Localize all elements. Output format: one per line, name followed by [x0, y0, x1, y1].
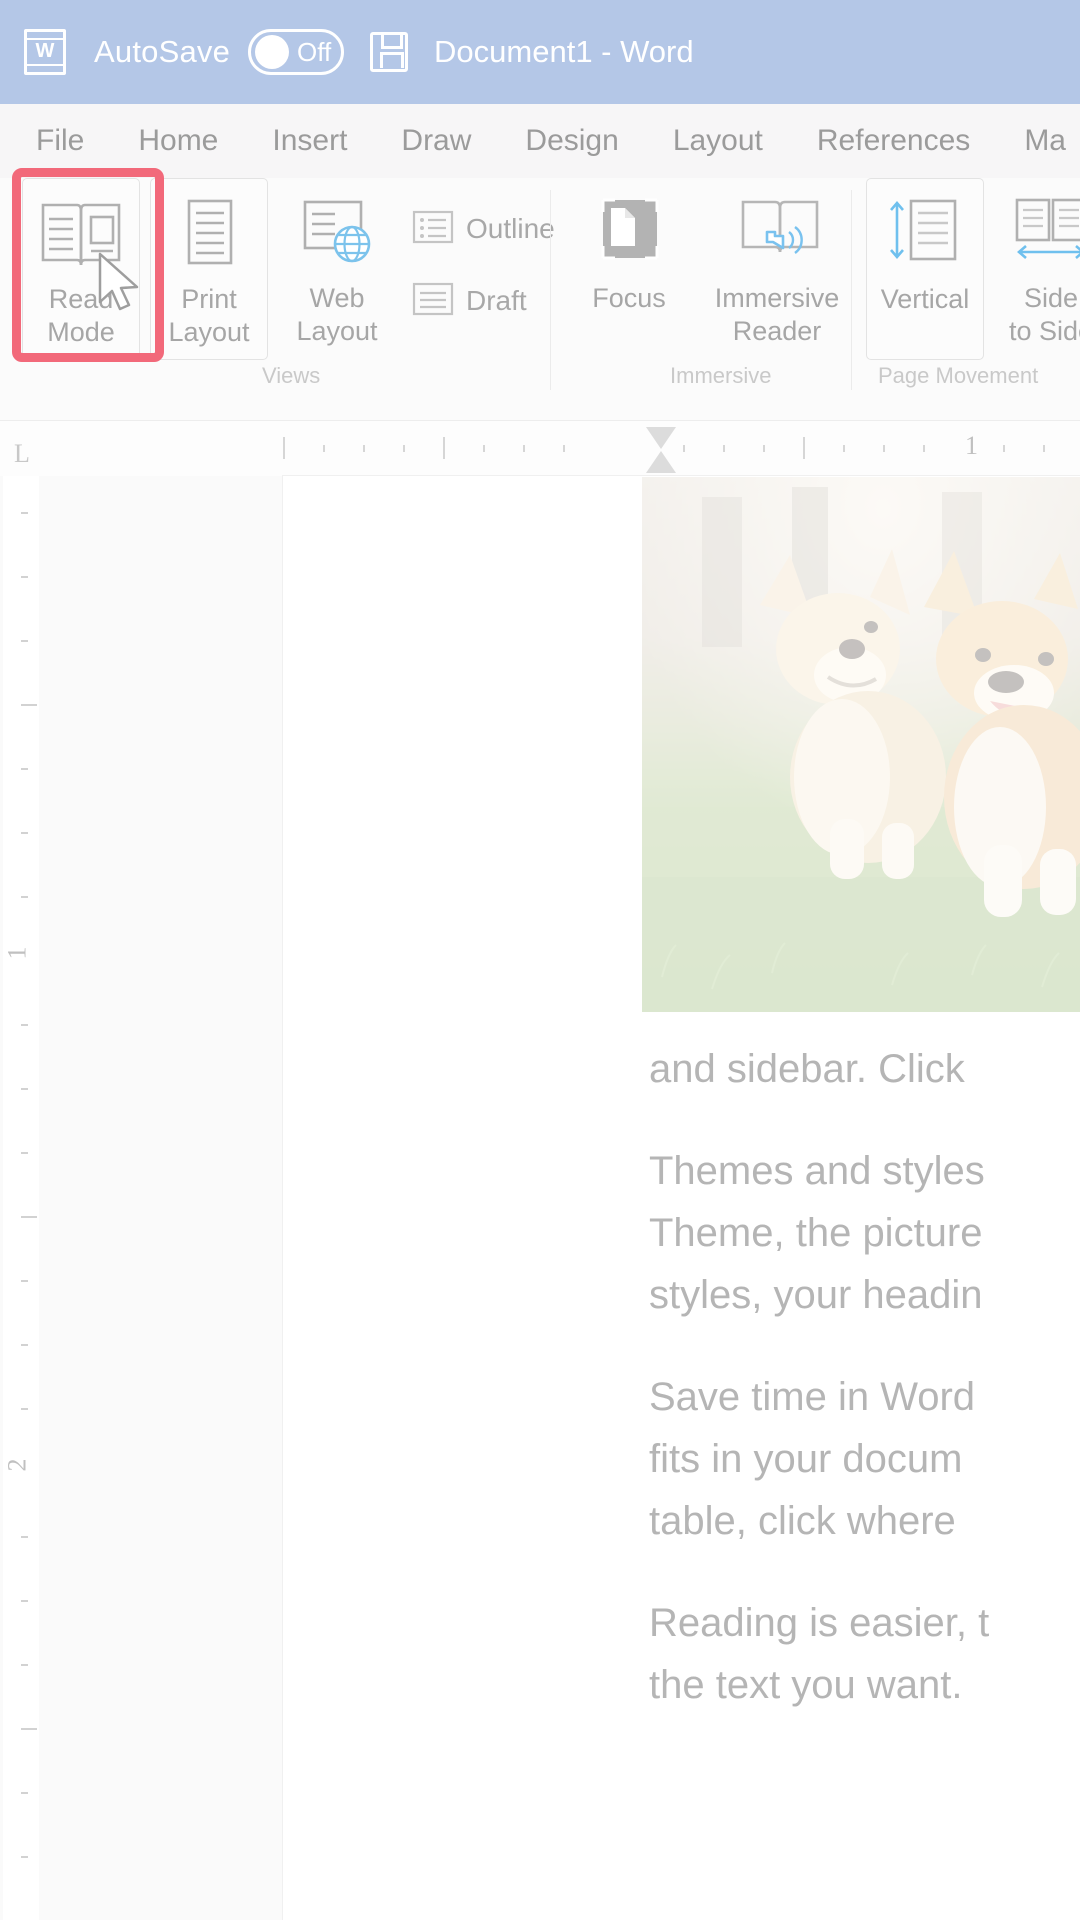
read-mode-label-line2: Mode: [47, 317, 115, 347]
side-to-side-icon: [1009, 194, 1080, 274]
paragraph-3-line-3: table, click where: [649, 1499, 956, 1543]
corgi-puppies-photo[interactable]: [642, 477, 1080, 1012]
paragraph-3-line-2: fits in your docum: [649, 1437, 963, 1481]
ribbon-group-immersive: Focus Immersive Reader Immersive: [570, 178, 858, 388]
focus-label-line1: Focus: [592, 283, 666, 313]
views-small-button-stack: Outline Draft: [412, 178, 555, 330]
paragraph-3-line-1: Save time in Word: [649, 1375, 976, 1419]
vruler-number-1: 1: [2, 946, 32, 960]
tab-insert[interactable]: Insert: [272, 124, 347, 158]
ribbon: Read Mode Print Layout Web Layout Outlin…: [0, 178, 1080, 421]
toggle-knob: [255, 35, 290, 69]
mouse-cursor: [96, 252, 148, 319]
immersive-reader-label-line1: Immersive: [714, 283, 840, 313]
draft-lines-icon: [412, 281, 454, 322]
outline-button[interactable]: Outline: [412, 200, 555, 258]
print-layout-button[interactable]: Print Layout: [150, 178, 268, 360]
word-logo-icon: W: [24, 29, 66, 75]
paragraph-1-line-1: and sidebar. Click: [649, 1047, 965, 1091]
vruler-number-2: 2: [2, 1458, 32, 1472]
side-to-side-label-line2: to Side: [1008, 316, 1080, 346]
web-layout-label-line2: Layout: [296, 316, 378, 346]
paragraph-3: Save time in Word fits in your docum tab…: [649, 1366, 1080, 1552]
vertical-button[interactable]: Vertical: [866, 178, 984, 360]
paragraph-2-line-3: styles, your headin: [649, 1273, 983, 1317]
page-movement-group-label: Page Movement: [878, 363, 1039, 388]
paragraph-1: and sidebar. Click: [649, 1038, 1080, 1100]
first-line-indent-marker[interactable]: [646, 427, 676, 449]
paragraph-4-line-2: the text you want.: [649, 1663, 963, 1707]
horizontal-ruler[interactable]: L 1: [0, 421, 1080, 497]
tab-references[interactable]: References: [817, 124, 970, 158]
outline-list-icon: [412, 209, 454, 250]
web-layout-label-line1: Web: [309, 283, 365, 313]
paragraph-2-line-2: Theme, the picture: [649, 1211, 983, 1255]
paragraph-2: Themes and styles Theme, the picture sty…: [649, 1140, 1080, 1326]
paragraph-2-line-1: Themes and styles: [649, 1149, 985, 1193]
tab-home[interactable]: Home: [138, 124, 218, 158]
document-page[interactable]: and sidebar. Click Themes and styles The…: [283, 476, 1080, 1920]
hanging-indent-marker[interactable]: [646, 451, 676, 473]
hruler-number-1: 1: [965, 431, 978, 460]
tab-stop-selector[interactable]: L: [14, 439, 30, 469]
side-to-side-label-line1: Side: [1023, 283, 1079, 313]
tab-design[interactable]: Design: [525, 124, 618, 158]
views-group-label: Views: [262, 363, 321, 388]
print-layout-label-line1: Print: [181, 284, 237, 314]
book-speaker-icon: [735, 194, 819, 274]
web-layout-button[interactable]: Web Layout: [278, 178, 396, 360]
autosave-label: AutoSave: [94, 34, 231, 69]
document-body-text[interactable]: and sidebar. Click Themes and styles The…: [649, 1038, 1080, 1756]
web-page-globe-icon: [295, 194, 379, 274]
draft-button[interactable]: Draft: [412, 272, 555, 330]
photo-overlay: [642, 477, 1080, 1012]
vertical-scroll-icon: [883, 195, 967, 275]
immersive-reader-button[interactable]: Immersive Reader: [696, 178, 858, 360]
title-bar: W AutoSave Off Document1 - Word: [0, 0, 1080, 104]
immersive-reader-label-line2: Reader: [732, 316, 822, 346]
ribbon-group-page-movement: Vertical Side to Sid Page Movement: [866, 178, 1080, 388]
autosave-toggle[interactable]: Off: [248, 29, 345, 75]
paragraph-4: Reading is easier, t the text you want.: [649, 1592, 1080, 1716]
outline-label: Outline: [466, 213, 555, 244]
focus-page-icon: [587, 194, 671, 274]
focus-button[interactable]: Focus: [570, 178, 688, 360]
ribbon-tab-strip: File Home Insert Draw Design Layout Refe…: [0, 104, 1080, 178]
group-divider-1: [550, 190, 551, 390]
print-layout-label-line2: Layout: [168, 317, 250, 347]
tab-file[interactable]: File: [36, 124, 84, 158]
tab-layout[interactable]: Layout: [673, 124, 763, 158]
document-work-area: L 1 1 2 and sidebar. Click Themes and st…: [0, 421, 1080, 1920]
autosave-state: Off: [297, 36, 332, 67]
save-icon[interactable]: [370, 32, 409, 72]
tab-draw[interactable]: Draw: [401, 124, 471, 158]
immersive-group-label: Immersive: [670, 363, 772, 388]
paragraph-4-line-1: Reading is easier, t: [649, 1601, 990, 1645]
group-divider-2: [851, 190, 852, 390]
vertical-ruler[interactable]: 1 2 3: [3, 476, 39, 1920]
page-lines-icon: [167, 195, 251, 275]
tab-mailings[interactable]: Ma: [1024, 124, 1066, 158]
document-title: Document1 - Word: [434, 34, 694, 69]
horizontal-ruler-track[interactable]: 1: [283, 421, 1080, 476]
side-to-side-button[interactable]: Side to Side: [992, 178, 1080, 360]
vertical-label-line1: Vertical: [880, 284, 970, 314]
word-window: W AutoSave Off Document1 - Word File Hom…: [0, 0, 1080, 1920]
draft-label: Draft: [466, 285, 527, 316]
